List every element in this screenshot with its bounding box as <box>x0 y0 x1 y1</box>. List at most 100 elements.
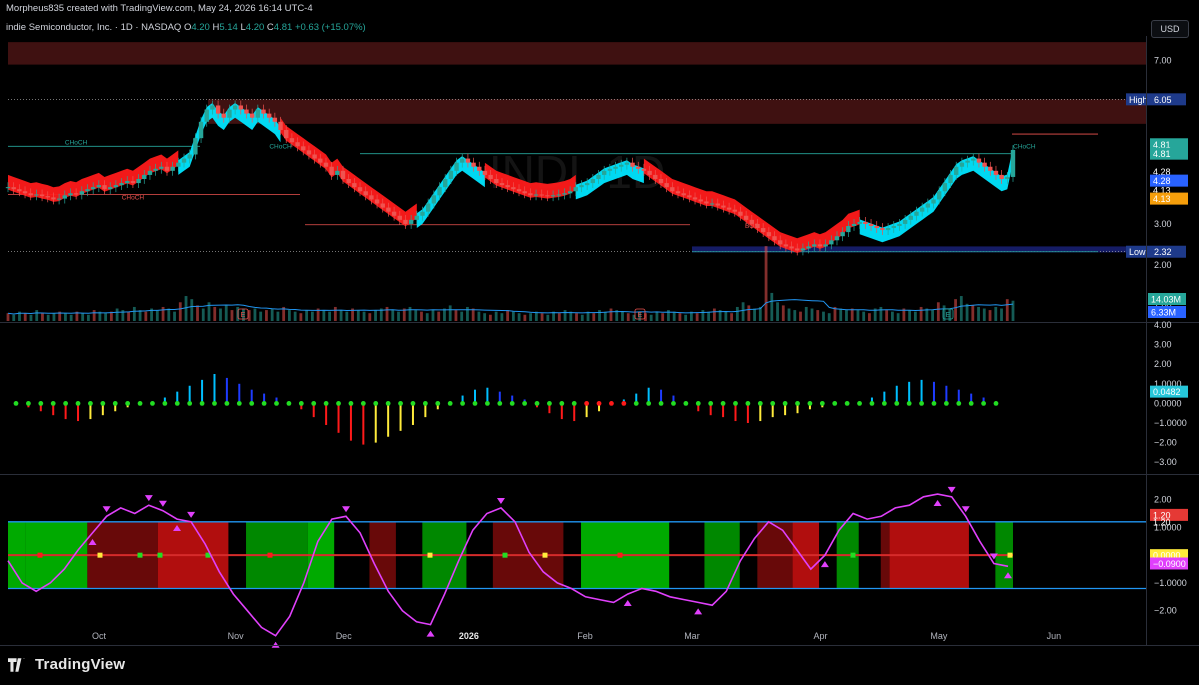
candle-body[interactable] <box>795 248 800 251</box>
candle-body[interactable] <box>868 223 874 226</box>
candle-body[interactable] <box>880 228 885 231</box>
candle-body[interactable] <box>698 199 703 202</box>
candle-body[interactable] <box>715 203 720 206</box>
candle-body[interactable] <box>119 183 124 186</box>
candle-body[interactable] <box>732 209 737 212</box>
candle-body[interactable] <box>1010 149 1016 177</box>
candle-body[interactable] <box>636 166 641 169</box>
candle-body[interactable] <box>391 211 397 216</box>
candle-body[interactable] <box>516 189 522 192</box>
candle-body[interactable] <box>73 193 79 195</box>
candle-body[interactable] <box>948 174 953 184</box>
candle-body[interactable] <box>39 194 45 197</box>
candle-body[interactable] <box>959 162 965 167</box>
candle-body[interactable] <box>619 164 624 167</box>
momentum-pane[interactable]: 4.003.002.001.00000.0000−1.0000−2.00−3.0… <box>0 320 1199 475</box>
candle-body[interactable] <box>244 109 249 114</box>
candle-body[interactable] <box>295 142 300 147</box>
candle-body[interactable] <box>369 195 374 200</box>
candle-body[interactable] <box>931 199 936 204</box>
candle-body[interactable] <box>709 203 715 205</box>
candle-body[interactable] <box>846 225 851 233</box>
candle-body[interactable] <box>323 162 329 167</box>
candle-body[interactable] <box>562 193 567 195</box>
candle-body[interactable] <box>28 193 33 196</box>
candle-body[interactable] <box>471 162 476 167</box>
candle-body[interactable] <box>817 244 823 247</box>
candle-body[interactable] <box>346 179 351 184</box>
candle-body[interactable] <box>584 183 590 186</box>
candle-body[interactable] <box>403 219 408 224</box>
candle-body[interactable] <box>522 191 527 194</box>
candle-body[interactable] <box>340 170 346 179</box>
candle-body[interactable] <box>851 223 857 226</box>
candle-body[interactable] <box>397 215 402 220</box>
candle-body[interactable] <box>227 109 232 118</box>
candle-body[interactable] <box>125 181 130 184</box>
candle-body[interactable] <box>687 195 692 198</box>
candle-body[interactable] <box>437 187 442 196</box>
oscillator-pane[interactable]: 2.001.00000.0000−1.0000−2.001.201.200.00… <box>7 486 1188 648</box>
candle-body[interactable] <box>454 162 459 171</box>
candle-body[interactable] <box>215 105 221 114</box>
candle-body[interactable] <box>675 191 681 194</box>
candle-body[interactable] <box>925 203 931 208</box>
candle-body[interactable] <box>971 158 976 161</box>
candle-body[interactable] <box>159 166 164 169</box>
candle-body[interactable] <box>113 185 119 188</box>
candle-body[interactable] <box>494 179 499 184</box>
candle-body[interactable] <box>210 105 215 110</box>
candle-body[interactable] <box>681 193 686 196</box>
candle-body[interactable] <box>533 194 539 196</box>
candle-body[interactable] <box>482 170 488 175</box>
candle-body[interactable] <box>556 194 561 196</box>
candle-body[interactable] <box>704 201 709 204</box>
candle-body[interactable] <box>164 166 170 171</box>
candle-body[interactable] <box>147 170 153 175</box>
candle-body[interactable] <box>380 203 385 208</box>
candle-body[interactable] <box>221 113 226 118</box>
candle-body[interactable] <box>249 113 255 118</box>
candle-body[interactable] <box>664 183 669 188</box>
candle-body[interactable] <box>96 185 102 188</box>
candle-body[interactable] <box>261 109 266 114</box>
candle-body[interactable] <box>914 211 919 216</box>
candle-body[interactable] <box>266 113 272 118</box>
candle-body[interactable] <box>374 199 380 204</box>
volume-pane[interactable]: E E E 14.03M 6.33M <box>6 246 1186 321</box>
candle-body[interactable] <box>357 187 363 192</box>
candle-body[interactable] <box>601 170 607 175</box>
candle-body[interactable] <box>318 158 323 163</box>
candle-body[interactable] <box>670 187 675 192</box>
candle-body[interactable] <box>891 225 896 229</box>
candle-body[interactable] <box>760 228 766 233</box>
candle-body[interactable] <box>51 197 56 200</box>
candle-body[interactable] <box>198 121 204 139</box>
candle-body[interactable] <box>306 150 312 155</box>
candle-body[interactable] <box>448 170 454 179</box>
candle-body[interactable] <box>857 221 862 224</box>
candle-body[interactable] <box>176 162 181 167</box>
candle-body[interactable] <box>232 105 238 110</box>
chart-canvas[interactable]: INDI, 1D CHoCHCHoCHCHoCHCHoCHBOSStrong H… <box>0 0 1199 685</box>
candle-body[interactable] <box>301 146 306 151</box>
candle-body[interactable] <box>766 232 772 237</box>
candle-body[interactable] <box>789 246 794 249</box>
candle-body[interactable] <box>255 109 261 118</box>
candle-body[interactable] <box>528 193 533 196</box>
candle-body[interactable] <box>284 129 289 139</box>
candle-body[interactable] <box>812 244 817 247</box>
candle-body[interactable] <box>11 187 16 190</box>
candle-body[interactable] <box>624 162 630 165</box>
candle-body[interactable] <box>965 160 970 163</box>
candle-body[interactable] <box>999 174 1004 179</box>
candle-body[interactable] <box>550 195 556 197</box>
candle-body[interactable] <box>312 154 317 159</box>
candle-body[interactable] <box>726 207 732 210</box>
candle-body[interactable] <box>363 191 368 196</box>
candle-body[interactable] <box>153 168 158 171</box>
candle-body[interactable] <box>34 194 39 196</box>
candle-body[interactable] <box>204 109 209 122</box>
candle-body[interactable] <box>238 105 243 110</box>
candle-body[interactable] <box>408 219 414 224</box>
